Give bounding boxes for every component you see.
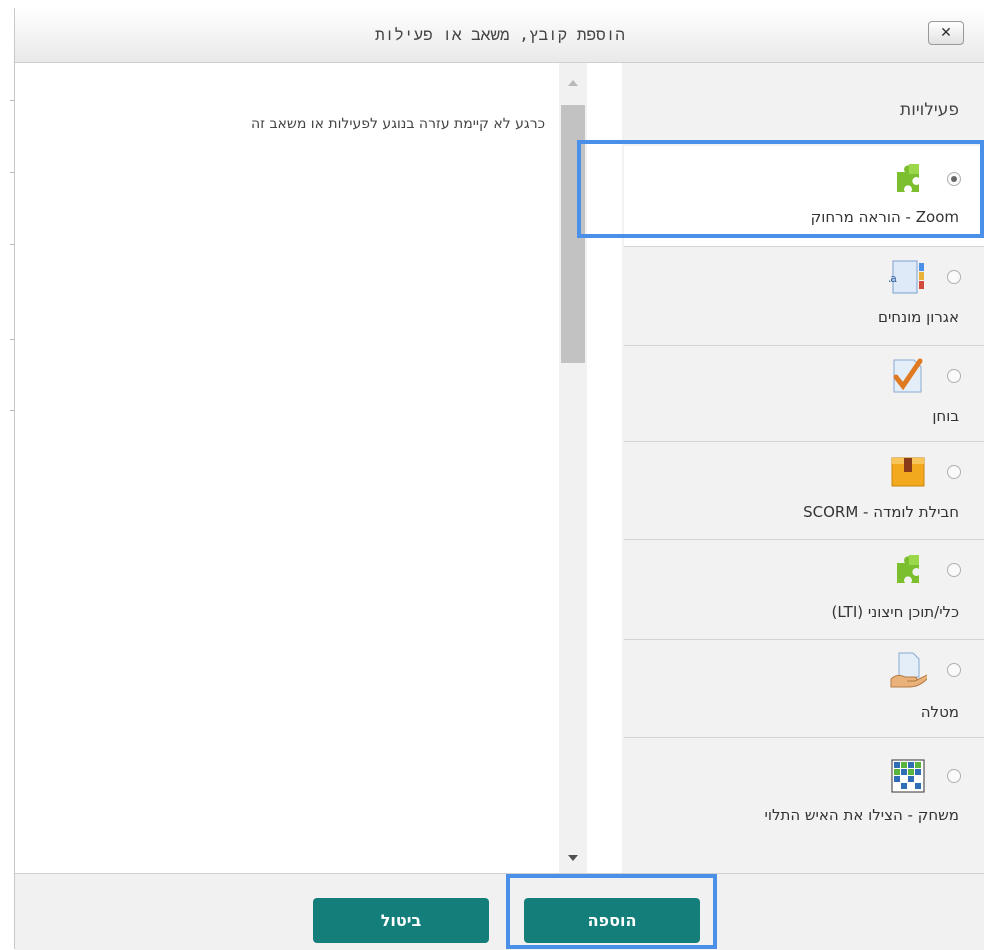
- dialog-header: הוספת קובץ, משאב או פעילות ✕: [15, 8, 984, 63]
- close-button[interactable]: ✕: [928, 21, 964, 45]
- option-radio[interactable]: [947, 563, 961, 577]
- option-label: Zoom - הוראה מרחוק: [810, 208, 959, 226]
- quiz-icon: [893, 358, 923, 393]
- puzzle-icon: [897, 164, 919, 192]
- option-assignment[interactable]: מטלה: [624, 641, 984, 738]
- help-text: כרגע לא קיימת עזרה בנוגע לפעילות או משאב…: [251, 116, 545, 132]
- section-title-activities: פעילויות: [900, 100, 959, 120]
- glossary-icon: Aa: [889, 260, 924, 294]
- option-quiz[interactable]: בוחן: [624, 347, 984, 442]
- scroll-down-arrow-icon[interactable]: [568, 855, 578, 861]
- add-button[interactable]: הוספה: [524, 898, 700, 943]
- background-page-edge: [0, 0, 14, 949]
- option-label: מטלה: [920, 703, 959, 721]
- option-label: בוחן: [932, 407, 959, 425]
- hangman-game-icon: [891, 759, 925, 793]
- option-radio[interactable]: [947, 369, 961, 383]
- option-label: משחק - הצילו את האיש התלוי: [764, 806, 960, 824]
- scroll-up-arrow-icon[interactable]: [568, 80, 578, 86]
- options-scrollbar[interactable]: [559, 63, 587, 873]
- option-label: חבילת לומדה - SCORM: [803, 503, 959, 521]
- dialog-title: הוספת קובץ, משאב או פעילות: [375, 25, 625, 44]
- options-panel: פעילויות Zoom - הוראה מרחוק Aa אגרון מונ…: [622, 63, 984, 873]
- svg-text:Aa: Aa: [889, 272, 897, 285]
- option-lti[interactable]: כלי/תוכן חיצוני (LTI): [624, 541, 984, 640]
- activity-chooser-dialog: הוספת קובץ, משאב או פעילות ✕ כרגע לא קיי…: [14, 8, 984, 950]
- option-hangman-game[interactable]: משחק - הצילו את האיש התלוי: [624, 739, 984, 873]
- puzzle-icon: [897, 555, 919, 583]
- assignment-icon: [890, 652, 927, 688]
- option-radio[interactable]: [947, 465, 961, 479]
- radio-selected-dot: [951, 176, 957, 182]
- option-zoom[interactable]: Zoom - הוראה מרחוק: [624, 146, 984, 247]
- scroll-thumb[interactable]: [561, 105, 585, 363]
- option-scorm[interactable]: חבילת לומדה - SCORM: [624, 443, 984, 540]
- cancel-button[interactable]: ביטול: [313, 898, 489, 943]
- option-radio[interactable]: [947, 172, 961, 186]
- dialog-footer: הוספה ביטול: [15, 873, 984, 950]
- option-radio[interactable]: [947, 663, 961, 677]
- scorm-package-icon: [891, 457, 925, 487]
- option-label: אגרון מונחים: [877, 308, 959, 326]
- option-glossary[interactable]: Aa אגרון מונחים: [624, 248, 984, 346]
- close-icon: ✕: [940, 25, 952, 41]
- option-label: כלי/תוכן חיצוני (LTI): [831, 603, 959, 621]
- option-radio[interactable]: [947, 769, 961, 783]
- option-radio[interactable]: [947, 270, 961, 284]
